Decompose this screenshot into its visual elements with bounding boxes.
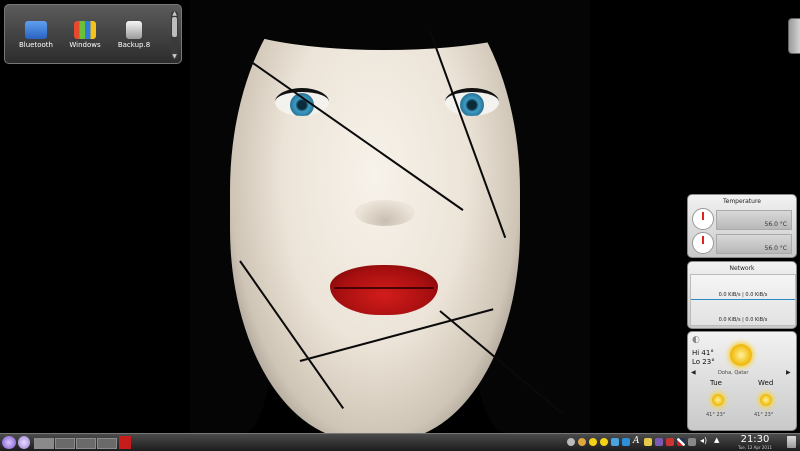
network-rate-bottom: 0.0 KiB/s | 0.0 KiB/s (718, 317, 768, 323)
forecast-day-2-temps: 41° 23° (754, 412, 774, 418)
network-graph: 0.0 KiB/s | 0.0 KiB/s 0.0 KiB/s | 0.0 Ki… (690, 274, 796, 326)
clock[interactable]: 21:30 Tue, 12 Apr 2011 (737, 434, 773, 451)
temperature-widget: Temperature 56.0 °C 56.0 °C (687, 194, 797, 258)
weather-next-icon[interactable]: ▶ (786, 369, 791, 376)
weather-tray-icon[interactable] (567, 438, 575, 446)
gauge-needle (702, 236, 704, 244)
flag-icon[interactable] (677, 438, 685, 446)
clock-date: Tue, 12 Apr 2011 (737, 445, 773, 450)
folder-item-label: Bluetooth (19, 41, 53, 49)
backup-drive-icon (126, 21, 142, 39)
weather-settings-icon[interactable]: ◐ (692, 335, 700, 345)
lips (330, 265, 438, 315)
temperature-value: 56.0 °C (764, 245, 787, 252)
sun-tray-icon[interactable] (589, 438, 597, 446)
weather-widget: ◐ Hi 41° Lo 23° Doha, Qatar ◀ ▶ Tue Wed … (687, 331, 797, 431)
iris-right (460, 93, 484, 116)
desktop-wallpaper (0, 0, 800, 433)
network-rate-top: 0.0 KiB/s | 0.0 KiB/s (718, 292, 768, 298)
moon-icon[interactable] (578, 438, 586, 446)
folder-item-backup[interactable]: Backup.8 (111, 13, 157, 49)
pager-desktop-1[interactable] (34, 438, 54, 449)
sun-icon (730, 344, 752, 366)
temperature-bar: 56.0 °C (716, 210, 792, 230)
folder-item-windows[interactable]: Windows (62, 13, 108, 49)
lip-line (334, 287, 434, 289)
network-icon[interactable] (611, 438, 619, 446)
weather-location: Doha, Qatar (718, 370, 749, 376)
temperature-value: 56.0 °C (764, 221, 787, 228)
temperature-title: Temperature (722, 198, 761, 205)
activity-manager-icon[interactable] (18, 436, 30, 449)
network-traffic-line (691, 299, 795, 300)
gauge-icon (692, 208, 714, 230)
folder-item-label: Backup.8 (117, 41, 151, 49)
nose (355, 200, 415, 226)
scroll-down-icon[interactable]: ▼ (171, 54, 178, 60)
scrollbar-thumb[interactable] (172, 17, 177, 37)
kickoff-menu-icon[interactable] (2, 436, 16, 449)
bluetooth-folder-icon (25, 21, 47, 39)
pager-desktop-4[interactable] (97, 438, 117, 449)
font-icon[interactable]: A (633, 436, 641, 446)
pager-desktop-3[interactable] (76, 438, 96, 449)
temperature-bar: 56.0 °C (716, 234, 792, 254)
weather-low: Lo 23° (692, 358, 715, 366)
chat-icon[interactable] (622, 438, 630, 446)
gauge-icon (692, 232, 714, 254)
forecast-day-2: Wed (758, 379, 774, 387)
sun-icon (760, 394, 772, 406)
network-title: Network (729, 265, 755, 272)
weather-prev-icon[interactable]: ◀ (691, 369, 696, 376)
klipper-icon[interactable] (644, 438, 652, 446)
scroll-up-icon[interactable]: ▲ (171, 11, 178, 17)
taskbar: A ◂) ▲ 21:30 Tue, 12 Apr 2011 (0, 433, 800, 451)
folder-item-bluetooth[interactable]: Bluetooth (13, 13, 59, 49)
windows-folder-icon (74, 21, 96, 39)
tools-icon[interactable] (666, 438, 674, 446)
sun-tray-icon[interactable] (600, 438, 608, 446)
folder-item-label: Windows (69, 41, 101, 49)
network-widget: Network 0.0 KiB/s | 0.0 KiB/s 0.0 KiB/s … (687, 261, 797, 329)
pager-desktop-2[interactable] (55, 438, 75, 449)
keyboard-icon[interactable] (688, 438, 696, 446)
weather-high: Hi 41° (692, 349, 714, 357)
pdf-reader-task-icon[interactable] (119, 436, 131, 449)
gauge-needle (702, 212, 704, 220)
folder-view-scrollbar[interactable]: ▲ ▼ (171, 11, 178, 60)
forecast-day-1: Tue (710, 379, 722, 387)
desktop-toolbox-handle[interactable] (788, 18, 800, 54)
sun-icon (712, 394, 724, 406)
trash-icon[interactable] (787, 436, 796, 448)
photo-icon[interactable] (655, 438, 663, 446)
forecast-day-1-temps: 41° 23° (706, 412, 726, 418)
folder-view-widget: Bluetooth Windows Backup.8 ▲ ▼ (4, 4, 182, 64)
volume-icon[interactable]: ◂) (700, 436, 708, 445)
arrow-up-icon[interactable]: ▲ (714, 436, 722, 444)
clock-time: 21:30 (740, 434, 770, 445)
